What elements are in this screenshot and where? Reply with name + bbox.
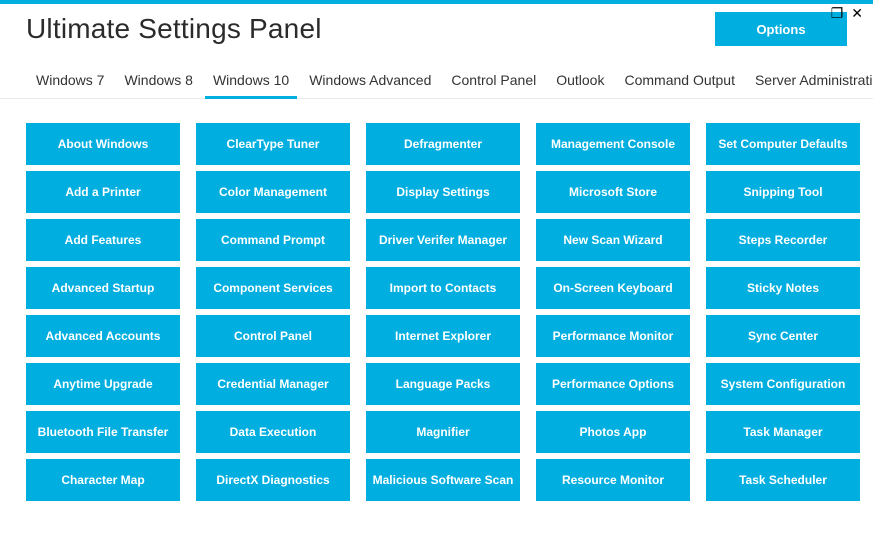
tab-windows-10[interactable]: Windows 10 <box>203 72 299 98</box>
tab-windows-8[interactable]: Windows 8 <box>114 72 202 98</box>
maximize-icon[interactable]: ❐ <box>831 6 844 20</box>
app-title: Ultimate Settings Panel <box>26 13 322 45</box>
tile-character-map[interactable]: Character Map <box>26 459 180 501</box>
tile-directx-diagnostics[interactable]: DirectX Diagnostics <box>196 459 350 501</box>
tile-display-settings[interactable]: Display Settings <box>366 171 520 213</box>
tile-internet-explorer[interactable]: Internet Explorer <box>366 315 520 357</box>
tile-advanced-accounts[interactable]: Advanced Accounts <box>26 315 180 357</box>
tile-control-panel[interactable]: Control Panel <box>196 315 350 357</box>
tile-microsoft-store[interactable]: Microsoft Store <box>536 171 690 213</box>
tile-driver-verifer-manager[interactable]: Driver Verifer Manager <box>366 219 520 261</box>
tab-outlook[interactable]: Outlook <box>546 72 614 98</box>
tab-control-panel[interactable]: Control Panel <box>441 72 546 98</box>
tile-grid: About Windows ClearType Tuner Defragmenter… <box>26 123 847 501</box>
tile-component-services[interactable]: Component Services <box>196 267 350 309</box>
tab-server-administration[interactable]: Server Administration <box>745 72 873 98</box>
tile-malicious-software-scan[interactable]: Malicious Software Scan <box>366 459 520 501</box>
tile-performance-monitor[interactable]: Performance Monitor <box>536 315 690 357</box>
tile-cleartype-tuner[interactable]: ClearType Tuner <box>196 123 350 165</box>
tile-system-configuration[interactable]: System Configuration <box>706 363 860 405</box>
tile-credential-manager[interactable]: Credential Manager <box>196 363 350 405</box>
tile-steps-recorder[interactable]: Steps Recorder <box>706 219 860 261</box>
tile-on-screen-keyboard[interactable]: On-Screen Keyboard <box>536 267 690 309</box>
tile-add-features[interactable]: Add Features <box>26 219 180 261</box>
tile-set-computer-defaults[interactable]: Set Computer Defaults <box>706 123 860 165</box>
tab-command-output[interactable]: Command Output <box>614 72 745 98</box>
tile-task-manager[interactable]: Task Manager <box>706 411 860 453</box>
tile-color-management[interactable]: Color Management <box>196 171 350 213</box>
tile-snipping-tool[interactable]: Snipping Tool <box>706 171 860 213</box>
tile-management-console[interactable]: Management Console <box>536 123 690 165</box>
tile-about-windows[interactable]: About Windows <box>26 123 180 165</box>
options-button[interactable]: Options <box>715 12 847 46</box>
tile-anytime-upgrade[interactable]: Anytime Upgrade <box>26 363 180 405</box>
tile-new-scan-wizard[interactable]: New Scan Wizard <box>536 219 690 261</box>
close-icon[interactable]: ✕ <box>851 6 863 20</box>
header: Ultimate Settings Panel Options <box>0 4 873 46</box>
tile-command-prompt[interactable]: Command Prompt <box>196 219 350 261</box>
tile-sync-center[interactable]: Sync Center <box>706 315 860 357</box>
tile-advanced-startup[interactable]: Advanced Startup <box>26 267 180 309</box>
tile-photos-app[interactable]: Photos App <box>536 411 690 453</box>
tile-language-packs[interactable]: Language Packs <box>366 363 520 405</box>
tab-windows-advanced[interactable]: Windows Advanced <box>299 72 441 98</box>
tile-add-a-printer[interactable]: Add a Printer <box>26 171 180 213</box>
tile-performance-options[interactable]: Performance Options <box>536 363 690 405</box>
content-area: About Windows ClearType Tuner Defragmenter… <box>0 99 873 538</box>
tile-resource-monitor[interactable]: Resource Monitor <box>536 459 690 501</box>
tile-import-to-contacts[interactable]: Import to Contacts <box>366 267 520 309</box>
window-controls: ❐ ✕ <box>831 6 863 20</box>
tile-bluetooth-file-transfer[interactable]: Bluetooth File Transfer <box>26 411 180 453</box>
tile-magnifier[interactable]: Magnifier <box>366 411 520 453</box>
tile-defragmenter[interactable]: Defragmenter <box>366 123 520 165</box>
tab-bar: Windows 7Windows 8Windows 10Windows Adva… <box>0 46 873 99</box>
tile-data-execution[interactable]: Data Execution <box>196 411 350 453</box>
tab-windows-7[interactable]: Windows 7 <box>26 72 114 98</box>
tile-sticky-notes[interactable]: Sticky Notes <box>706 267 860 309</box>
tile-task-scheduler[interactable]: Task Scheduler <box>706 459 860 501</box>
